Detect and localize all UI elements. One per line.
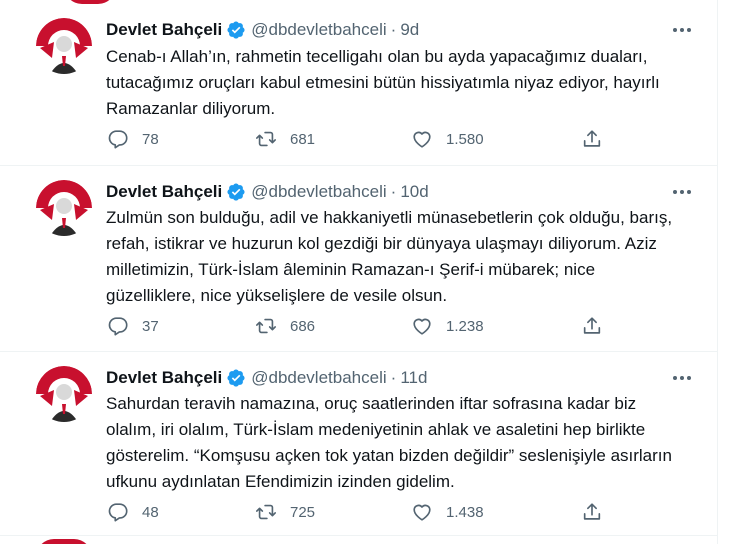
retweet-count: 725 (290, 503, 316, 521)
share-button[interactable] (580, 500, 604, 524)
reply-button[interactable]: 37 (106, 314, 159, 338)
reply-button[interactable]: 48 (106, 500, 159, 524)
heart-outline-icon (410, 127, 434, 151)
tweet-text: Cenab-ı Allah’ın, rahmetin tecelligahı o… (106, 47, 660, 118)
avatar[interactable] (64, 0, 116, 4)
like-count: 1.580 (446, 130, 484, 148)
tweet-actions: 78 681 1.580 (106, 127, 616, 151)
tweet-header: Devlet Bahçeli @dbdevletbahceli · 9d (106, 19, 419, 41)
reply-count: 48 (142, 503, 159, 521)
tweet-text: Sahurdan teravih namazına, oruç saatleri… (106, 394, 672, 491)
tweet-timeline: Devlet Bahçeli @dbdevletbahceli · 9d Cen… (0, 0, 718, 544)
author-handle[interactable]: @dbdevletbahceli (251, 182, 386, 202)
reply-bubble-icon (106, 314, 130, 338)
next-tweet-edge (0, 536, 718, 544)
like-button[interactable]: 1.580 (410, 127, 484, 151)
author-handle[interactable]: @dbdevletbahceli (251, 368, 386, 388)
share-upload-icon (580, 127, 604, 151)
share-button[interactable] (580, 127, 604, 151)
verified-badge-icon (226, 20, 246, 40)
share-upload-icon (580, 500, 604, 524)
tweet[interactable]: Devlet Bahçeli @dbdevletbahceli · 10d Zu… (0, 166, 718, 352)
verified-badge-icon (226, 182, 246, 202)
tweet-actions: 37 686 1.238 (106, 314, 616, 338)
author-name[interactable]: Devlet Bahçeli (106, 20, 222, 40)
retweet-arrows-icon (254, 500, 278, 524)
like-count: 1.238 (446, 317, 484, 335)
reply-button[interactable]: 78 (106, 127, 159, 151)
avatar[interactable] (36, 539, 92, 544)
reply-count: 37 (142, 317, 159, 335)
retweet-button[interactable]: 725 (254, 500, 315, 524)
like-button[interactable]: 1.238 (410, 314, 484, 338)
reply-count: 78 (142, 130, 159, 148)
separator: · (390, 20, 397, 39)
reply-bubble-icon (106, 500, 130, 524)
avatar[interactable] (36, 180, 92, 236)
retweet-button[interactable]: 686 (254, 314, 315, 338)
tweet-time[interactable]: 9d (400, 20, 419, 40)
author-name[interactable]: Devlet Bahçeli (106, 182, 222, 202)
tweet-header: Devlet Bahçeli @dbdevletbahceli · 11d (106, 367, 427, 389)
retweet-count: 686 (290, 317, 316, 335)
avatar[interactable] (36, 18, 92, 74)
more-horizontal-icon[interactable] (670, 20, 694, 40)
retweet-count: 681 (290, 130, 316, 148)
retweet-arrows-icon (254, 314, 278, 338)
tweet-header: Devlet Bahçeli @dbdevletbahceli · 10d (106, 181, 429, 203)
more-horizontal-icon[interactable] (670, 368, 694, 388)
tweet[interactable]: Devlet Bahçeli @dbdevletbahceli · 11d Sa… (0, 352, 718, 536)
reply-bubble-icon (106, 127, 130, 151)
like-button[interactable]: 1.438 (410, 500, 484, 524)
retweet-button[interactable]: 681 (254, 127, 315, 151)
tweet[interactable]: Devlet Bahçeli @dbdevletbahceli · 9d Cen… (0, 8, 718, 166)
avatar[interactable] (36, 366, 92, 422)
heart-outline-icon (410, 314, 434, 338)
verified-badge-icon (226, 368, 246, 388)
like-count: 1.438 (446, 503, 484, 521)
share-button[interactable] (580, 314, 604, 338)
tweet-time[interactable]: 11d (400, 368, 427, 388)
author-handle[interactable]: @dbdevletbahceli (251, 20, 386, 40)
tweet-actions: 48 725 1.438 (106, 500, 616, 524)
separator: · (390, 368, 397, 387)
share-upload-icon (580, 314, 604, 338)
author-name[interactable]: Devlet Bahçeli (106, 368, 222, 388)
heart-outline-icon (410, 500, 434, 524)
tweet-time[interactable]: 10d (400, 182, 428, 202)
separator: · (390, 182, 397, 201)
tweet-text: Zulmün son bulduğu, adil ve hakkaniyetli… (106, 208, 673, 305)
previous-tweet-edge (0, 0, 718, 8)
retweet-arrows-icon (254, 127, 278, 151)
more-horizontal-icon[interactable] (670, 182, 694, 202)
